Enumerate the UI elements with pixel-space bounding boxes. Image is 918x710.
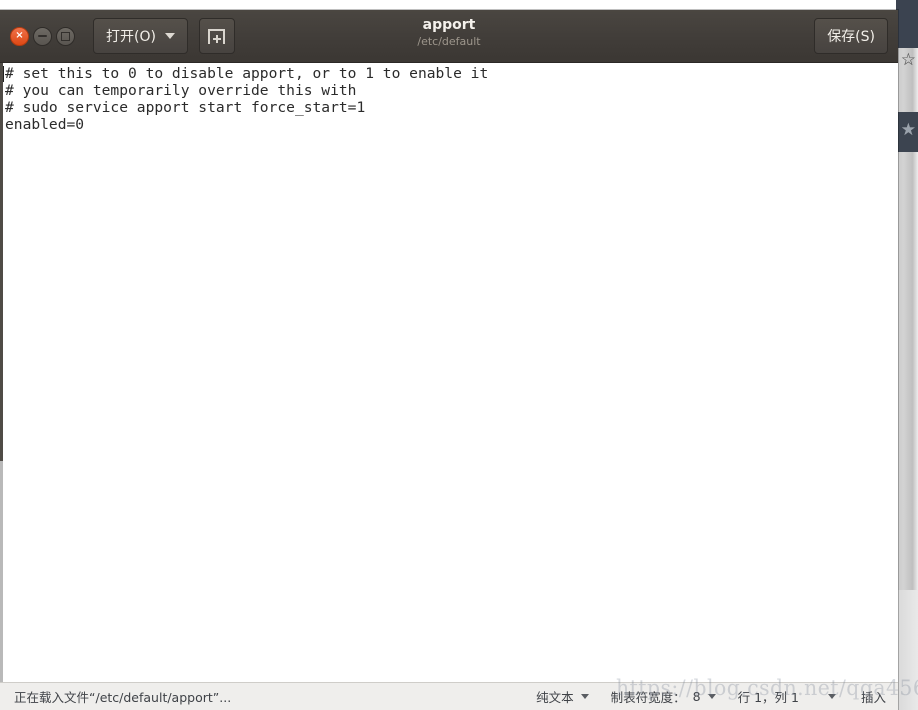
window-titlebar: × 打开(O) apport /etc/default 保存(S): [0, 10, 898, 63]
browser-sidebar-bottom-shade: [896, 590, 918, 710]
new-tab-icon: [208, 28, 226, 44]
chevron-down-icon: [827, 694, 836, 699]
open-file-button[interactable]: 打开(O): [93, 18, 188, 54]
star-icon[interactable]: ★: [901, 122, 916, 139]
document-text[interactable]: # set this to 0 to disable apport, or to…: [3, 65, 488, 133]
left-edge-strip-lower: [0, 461, 3, 682]
language-label: 纯文本: [536, 690, 574, 705]
cursor-position-label: 行 1，列 1: [737, 690, 799, 705]
chevron-down-icon: [580, 694, 589, 699]
insert-mode-label: 插入: [860, 690, 886, 705]
open-file-label: 打开(O): [106, 29, 156, 45]
minimize-button[interactable]: [33, 26, 52, 46]
insert-mode-indicator[interactable]: 插入: [847, 687, 892, 706]
maximize-icon: [61, 31, 70, 41]
minimize-icon: [38, 35, 47, 37]
tab-width-label: 制表符宽度：: [610, 690, 686, 705]
status-bar: 正在载入文件“/etc/default/apport”... 纯文本 制表符宽度…: [0, 682, 898, 710]
browser-sidebar-top-panel: [896, 0, 918, 48]
close-button[interactable]: ×: [10, 26, 29, 46]
window-controls: ×: [10, 26, 75, 46]
cursor-position-selector[interactable]: 行 1，列 1: [727, 687, 847, 706]
maximize-button[interactable]: [56, 26, 75, 46]
language-selector[interactable]: 纯文本: [525, 687, 600, 706]
star-icon[interactable]: ☆: [901, 52, 916, 69]
status-loading-message: 正在载入文件“/etc/default/apport”...: [14, 690, 232, 705]
text-editor-area[interactable]: # set this to 0 to disable apport, or to…: [0, 63, 898, 682]
gedit-window: × 打开(O) apport /etc/default 保存(S) # set …: [0, 10, 898, 710]
save-button[interactable]: 保存(S): [814, 18, 888, 54]
browser-sidebar-strip: ☆ ★: [896, 0, 918, 710]
chevron-down-icon: [707, 694, 716, 699]
tab-width-selector[interactable]: 制表符宽度： 8: [600, 687, 727, 706]
status-bar-right-group: 纯文本 制表符宽度： 8 行 1，列 1 插入: [525, 687, 892, 706]
new-tab-button[interactable]: [198, 18, 235, 54]
tab-width-value: 8: [692, 689, 701, 704]
chevron-down-icon: [164, 33, 175, 39]
close-icon: ×: [15, 30, 24, 41]
save-button-label: 保存(S): [827, 29, 875, 45]
